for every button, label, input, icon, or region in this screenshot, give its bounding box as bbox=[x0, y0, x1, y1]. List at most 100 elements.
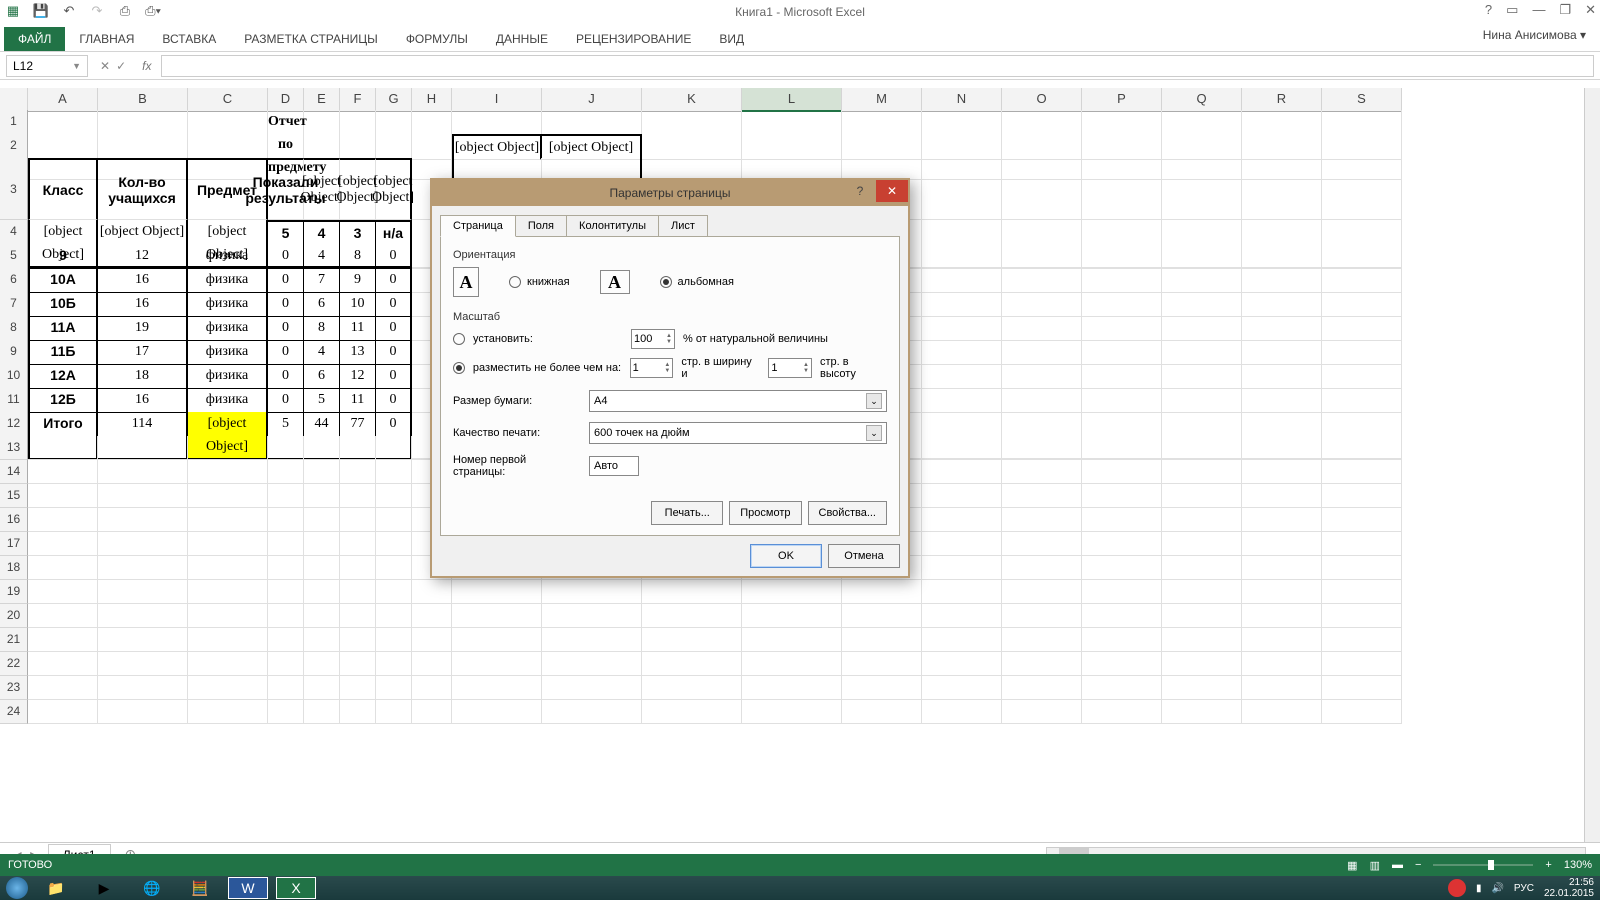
cell[interactable] bbox=[1242, 388, 1322, 413]
paper-size-select[interactable]: A4⌄ bbox=[589, 390, 887, 412]
cell[interactable] bbox=[1322, 316, 1402, 341]
cell[interactable]: 18 bbox=[98, 364, 188, 389]
cell[interactable] bbox=[376, 580, 412, 604]
cell[interactable]: физика bbox=[188, 340, 268, 365]
cell[interactable]: 10 bbox=[340, 292, 376, 317]
cell[interactable] bbox=[268, 676, 304, 700]
column-headers[interactable]: ABCDEFGHIJKLMNOPQRS bbox=[0, 88, 1600, 110]
cell[interactable] bbox=[1242, 604, 1322, 628]
fit-to-radio[interactable] bbox=[453, 362, 465, 374]
cell[interactable] bbox=[452, 604, 542, 628]
cell[interactable] bbox=[1242, 580, 1322, 604]
row-header[interactable]: 24 bbox=[0, 700, 28, 724]
cell[interactable] bbox=[1242, 652, 1322, 676]
cell[interactable] bbox=[304, 628, 340, 652]
cell[interactable] bbox=[98, 628, 188, 652]
cell[interactable] bbox=[340, 532, 376, 556]
cell[interactable]: 12 bbox=[340, 364, 376, 389]
cell[interactable] bbox=[376, 652, 412, 676]
cell[interactable] bbox=[1162, 316, 1242, 341]
row-header[interactable]: 3 bbox=[0, 158, 28, 220]
cell[interactable]: 0 bbox=[376, 268, 412, 293]
cell[interactable] bbox=[412, 134, 452, 160]
col-header-B[interactable]: B bbox=[98, 88, 188, 112]
cell[interactable] bbox=[1242, 364, 1322, 389]
cell[interactable]: 0 bbox=[376, 388, 412, 413]
cell[interactable] bbox=[340, 652, 376, 676]
row-header[interactable]: 9 bbox=[0, 340, 28, 365]
cell[interactable] bbox=[1082, 436, 1162, 460]
cell[interactable] bbox=[922, 508, 1002, 532]
cell[interactable] bbox=[28, 484, 98, 508]
language-indicator[interactable]: РУС bbox=[1514, 883, 1534, 894]
row-header[interactable]: 19 bbox=[0, 580, 28, 604]
cell[interactable] bbox=[1082, 292, 1162, 317]
cell[interactable] bbox=[188, 676, 268, 700]
cell[interactable] bbox=[742, 604, 842, 628]
cell[interactable] bbox=[268, 580, 304, 604]
cell[interactable] bbox=[922, 244, 1002, 269]
row-header[interactable]: 8 bbox=[0, 316, 28, 341]
cell[interactable] bbox=[304, 484, 340, 508]
cell[interactable] bbox=[28, 532, 98, 556]
cell[interactable] bbox=[922, 340, 1002, 365]
cell[interactable] bbox=[1082, 604, 1162, 628]
col-header-corner[interactable] bbox=[0, 88, 28, 112]
cell[interactable] bbox=[28, 508, 98, 532]
cell[interactable]: 0 bbox=[268, 340, 304, 365]
cell[interactable] bbox=[98, 556, 188, 580]
cell[interactable] bbox=[1082, 158, 1162, 220]
cell[interactable] bbox=[304, 532, 340, 556]
cell[interactable] bbox=[98, 676, 188, 700]
col-header-L[interactable]: L bbox=[742, 88, 842, 112]
zoom-slider[interactable] bbox=[1433, 864, 1533, 866]
cell[interactable] bbox=[842, 580, 922, 604]
help-icon[interactable]: ? bbox=[1485, 2, 1492, 18]
cell[interactable] bbox=[1082, 134, 1162, 160]
cell[interactable]: физика bbox=[188, 388, 268, 413]
cell[interactable] bbox=[922, 604, 1002, 628]
cell[interactable] bbox=[1082, 388, 1162, 413]
cell[interactable]: 8 bbox=[304, 316, 340, 341]
close-icon[interactable]: ✕ bbox=[1585, 2, 1596, 18]
cell[interactable]: 0 bbox=[268, 316, 304, 341]
row-header[interactable]: 7 bbox=[0, 292, 28, 317]
cell[interactable] bbox=[452, 580, 542, 604]
cell[interactable] bbox=[1082, 652, 1162, 676]
cell[interactable] bbox=[28, 460, 98, 484]
cell[interactable] bbox=[28, 134, 98, 160]
cell[interactable] bbox=[268, 604, 304, 628]
cell[interactable] bbox=[1162, 604, 1242, 628]
cell[interactable] bbox=[1242, 676, 1322, 700]
fit-width-input[interactable]: 1▲▼ bbox=[630, 358, 674, 378]
cell[interactable] bbox=[340, 460, 376, 484]
explorer-icon[interactable]: 📁 bbox=[36, 877, 76, 899]
cell[interactable] bbox=[452, 700, 542, 724]
cell[interactable] bbox=[412, 604, 452, 628]
cell[interactable] bbox=[922, 292, 1002, 317]
cell[interactable]: 8 bbox=[340, 244, 376, 269]
cell[interactable] bbox=[1002, 580, 1082, 604]
cell[interactable] bbox=[1162, 436, 1242, 460]
cell[interactable] bbox=[376, 628, 412, 652]
cell[interactable]: физика bbox=[188, 316, 268, 341]
row-header[interactable]: 17 bbox=[0, 532, 28, 556]
cell[interactable] bbox=[1162, 556, 1242, 580]
cell[interactable] bbox=[1162, 508, 1242, 532]
cell[interactable] bbox=[922, 388, 1002, 413]
cell[interactable]: 0 bbox=[268, 364, 304, 389]
dialog-titlebar[interactable]: Параметры страницы ? ✕ bbox=[432, 180, 908, 206]
cell[interactable] bbox=[28, 436, 98, 460]
cell[interactable]: [object Object] bbox=[304, 158, 340, 220]
cell[interactable] bbox=[1242, 158, 1322, 220]
cell[interactable]: 7 bbox=[304, 268, 340, 293]
dialog-close-button[interactable]: ✕ bbox=[876, 180, 908, 202]
cell[interactable] bbox=[542, 676, 642, 700]
cell[interactable] bbox=[1322, 580, 1402, 604]
dialog-tab-margins[interactable]: Поля bbox=[515, 215, 567, 237]
cell[interactable] bbox=[1242, 628, 1322, 652]
cell[interactable] bbox=[268, 134, 304, 160]
zoom-in-icon[interactable]: + bbox=[1545, 859, 1551, 871]
cell[interactable] bbox=[842, 134, 922, 160]
cell[interactable] bbox=[1162, 134, 1242, 160]
